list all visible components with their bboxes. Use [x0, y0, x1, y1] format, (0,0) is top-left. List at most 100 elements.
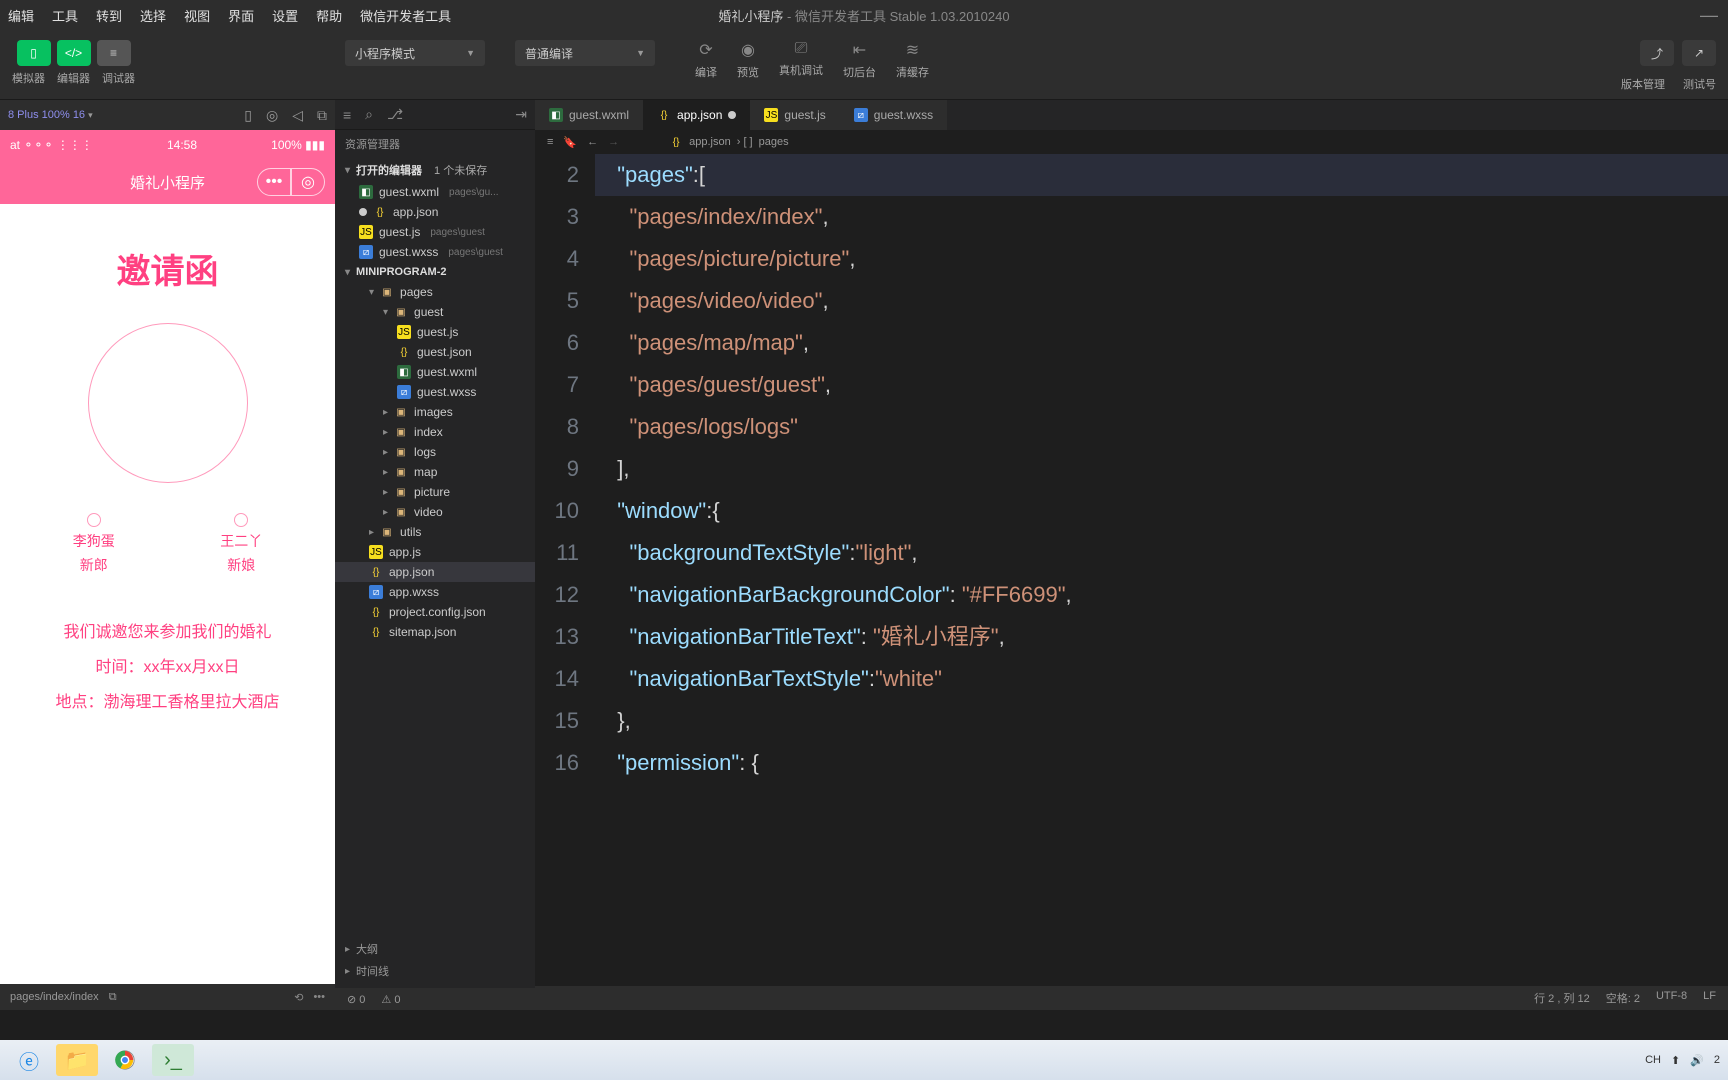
file[interactable]: {}guest.json	[335, 342, 535, 362]
avatar-circle	[88, 323, 248, 483]
taskbar[interactable]: ⓔ 📁 ›_ CH ⬆ 🔊 2	[0, 1040, 1728, 1080]
folder[interactable]: ▸▣video	[335, 502, 535, 522]
folder[interactable]: ▸▣picture	[335, 482, 535, 502]
list-icon[interactable]: ≡	[343, 107, 351, 123]
folder-guest[interactable]: ▾▣guest	[335, 302, 535, 322]
terminal-icon[interactable]: ›_	[152, 1044, 194, 1076]
file-appjson[interactable]: {}app.json	[335, 562, 535, 582]
network-icon: ⬆	[1671, 1054, 1680, 1067]
error-count[interactable]: ⊘ 0	[347, 993, 365, 1006]
warning-count[interactable]: ⚠ 0	[381, 993, 400, 1006]
menu-goto[interactable]: 转到	[96, 6, 122, 25]
git-icon[interactable]: ⎇	[387, 106, 403, 123]
chrome-icon[interactable]	[104, 1044, 146, 1076]
device-icon[interactable]: ▯	[244, 107, 252, 124]
compile-dropdown[interactable]: 普通编译▼	[515, 40, 655, 66]
mode-dropdown[interactable]: 小程序模式▼	[345, 40, 485, 66]
tab[interactable]: ⧄guest.wxss	[840, 100, 947, 130]
record-icon[interactable]: ◎	[266, 107, 278, 124]
groom-block: 李狗蛋 新郎	[73, 513, 115, 575]
bc-forward-icon[interactable]: →	[608, 136, 619, 148]
code-area[interactable]: 234 567 8910 111213 141516 "pages":[ "pa…	[535, 154, 1728, 986]
capsule[interactable]: •••◎	[257, 168, 325, 196]
ie-icon[interactable]: ⓔ	[8, 1044, 50, 1076]
file[interactable]: JSapp.js	[335, 542, 535, 562]
menu-view[interactable]: 视图	[184, 6, 210, 25]
simulator-panel: 8 Plus 100% 16 ▾ ▯ ◎ ◁ ⧉ at ⚬⚬⚬ ⋮⋮⋮ 14:5…	[0, 100, 335, 1010]
cursor-pos[interactable]: 行 2 , 列 12	[1534, 990, 1590, 1006]
editor-toggle[interactable]: </>	[57, 40, 91, 66]
collapse-icon[interactable]: ⇥	[515, 106, 527, 123]
open-file[interactable]: ◧guest.wxmlpages\gu...	[335, 182, 535, 202]
mute-icon[interactable]: ◁	[292, 107, 303, 124]
editor-label: 编辑器	[57, 70, 90, 86]
open-file[interactable]: ⧄guest.wxsspages\guest	[335, 242, 535, 262]
menu-edit[interactable]: 编辑	[8, 6, 34, 25]
eol[interactable]: LF	[1703, 990, 1716, 1006]
page-path: pages/index/index	[10, 991, 99, 1003]
bc-bookmark-icon[interactable]: 🔖	[563, 136, 577, 149]
bc-list-icon[interactable]: ≡	[547, 136, 553, 148]
editor-statusbar: 行 2 , 列 12 空格: 2 UTF-8 LF	[535, 986, 1728, 1010]
file[interactable]: {}sitemap.json	[335, 622, 535, 642]
explorer-icon[interactable]: 📁	[56, 1044, 98, 1076]
explorer-panel: ≡ ⌕ ⎇ ⇥ 资源管理器 ▾打开的编辑器 1 个未保存 ◧guest.wxml…	[335, 100, 535, 1010]
folder-pages[interactable]: ▾▣pages	[335, 282, 535, 302]
tab-bar: ◧guest.wxml {}app.json JSguest.js ⧄guest…	[535, 100, 1728, 130]
refresh-icon[interactable]: ⟲	[294, 991, 303, 1004]
test-button[interactable]: ↗	[1682, 40, 1716, 66]
remote-debug-button[interactable]: ⎚真机调试	[779, 40, 823, 80]
file[interactable]: ⧄app.wxss	[335, 582, 535, 602]
gutter: 234 567 8910 111213 141516	[535, 154, 595, 986]
file[interactable]: ◧guest.wxml	[335, 362, 535, 382]
invite-text: 我们诚邀您来参加我们的婚礼 时间：xx年xx月xx日 地点：渤海理工香格里拉大酒…	[20, 615, 315, 721]
device-selector[interactable]: 8 Plus 100% 16 ▾	[8, 109, 93, 121]
more-icon[interactable]: •••	[313, 991, 325, 1004]
copy-icon[interactable]: ⧉	[109, 991, 117, 1004]
tab[interactable]: ◧guest.wxml	[535, 100, 643, 130]
timeline-section[interactable]: ▸时间线	[345, 960, 525, 982]
background-button[interactable]: ⇤切后台	[843, 40, 876, 80]
menu-ui[interactable]: 界面	[228, 6, 254, 25]
menu-help[interactable]: 帮助	[316, 6, 342, 25]
search-icon[interactable]: ⌕	[365, 106, 373, 123]
clock: 2	[1714, 1054, 1720, 1066]
encoding[interactable]: UTF-8	[1656, 990, 1687, 1006]
unsaved-dot	[728, 111, 736, 119]
version-button[interactable]: ⤴	[1640, 40, 1674, 66]
tab[interactable]: JSguest.js	[750, 100, 839, 130]
folder[interactable]: ▸▣logs	[335, 442, 535, 462]
folder-utils[interactable]: ▸▣utils	[335, 522, 535, 542]
explorer-header: 资源管理器	[335, 130, 535, 158]
simulator-toggle[interactable]: ▯	[17, 40, 51, 66]
file[interactable]: {}project.config.json	[335, 602, 535, 622]
open-file[interactable]: {}app.json	[335, 202, 535, 222]
system-tray[interactable]: CH ⬆ 🔊 2	[1645, 1054, 1720, 1067]
compile-button[interactable]: ⟳编译	[695, 40, 717, 80]
menu-tools[interactable]: 工具	[52, 6, 78, 25]
ime-indicator: CH	[1645, 1054, 1661, 1066]
clear-cache-button[interactable]: ≋清缓存	[896, 40, 929, 80]
menu-wechat[interactable]: 微信开发者工具	[360, 6, 451, 25]
folder[interactable]: ▸▣map	[335, 462, 535, 482]
outline-section[interactable]: ▸大纲	[345, 938, 525, 960]
tab-active[interactable]: {}app.json	[643, 100, 750, 130]
open-editors-section[interactable]: ▾打开的编辑器 1 个未保存	[335, 158, 535, 182]
folder[interactable]: ▸▣index	[335, 422, 535, 442]
phone-nav-bar: 婚礼小程序 •••◎	[0, 160, 335, 204]
preview-button[interactable]: ◉预览	[737, 40, 759, 80]
open-file[interactable]: JSguest.jspages\guest	[335, 222, 535, 242]
folder[interactable]: ▸▣images	[335, 402, 535, 422]
popout-icon[interactable]: ⧉	[317, 107, 327, 124]
project-section[interactable]: ▾MINIPROGRAM-2	[335, 262, 535, 282]
menu-settings[interactable]: 设置	[272, 6, 298, 25]
indent[interactable]: 空格: 2	[1606, 990, 1640, 1006]
minimize-button[interactable]: —	[1700, 5, 1718, 26]
file[interactable]: ⧄guest.wxss	[335, 382, 535, 402]
file[interactable]: JSguest.js	[335, 322, 535, 342]
menu-select[interactable]: 选择	[140, 6, 166, 25]
bc-back-icon[interactable]: ←	[587, 136, 598, 148]
code-body[interactable]: "pages":[ "pages/index/index", "pages/pi…	[595, 154, 1728, 986]
volume-icon: 🔊	[1690, 1054, 1704, 1067]
debugger-toggle[interactable]: ≡	[97, 40, 131, 66]
